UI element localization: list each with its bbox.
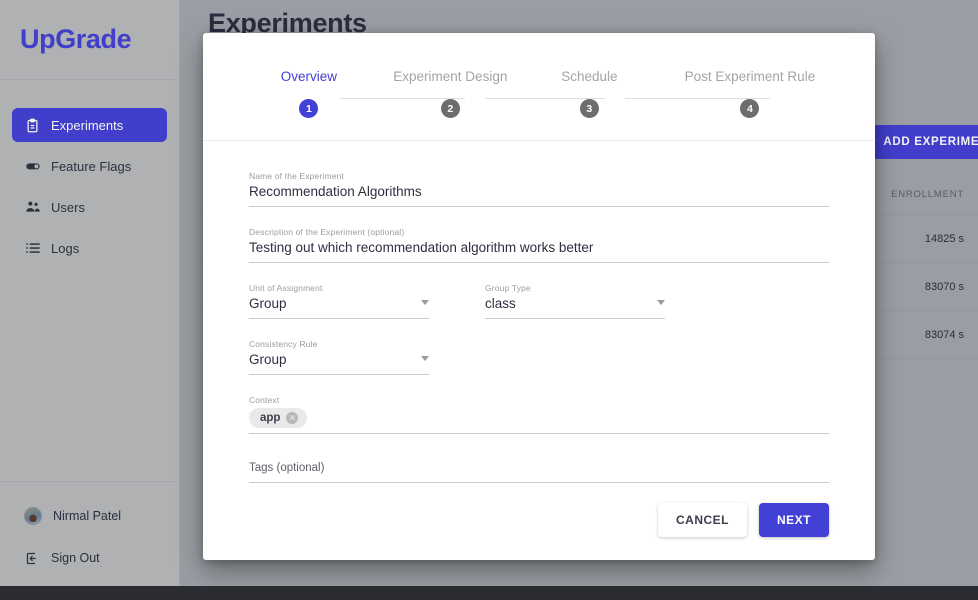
step-label: Schedule — [561, 69, 618, 84]
step-list: Overview 1 Experiment Design 2 Schedule … — [237, 69, 841, 118]
step-number: 2 — [440, 99, 460, 118]
experiment-description-input[interactable]: Testing out which recommendation algorit… — [249, 240, 829, 263]
field-group-type: Group Type class — [485, 283, 665, 319]
field-unit-of-assignment: Unit of Assignment Group — [249, 283, 429, 319]
context-input[interactable]: app ✕ — [249, 408, 829, 434]
context-chip-label: app — [260, 412, 281, 424]
step-overview[interactable]: Overview 1 — [237, 69, 381, 118]
field-label: Name of the Experiment — [249, 171, 344, 181]
chevron-down-icon — [421, 356, 429, 361]
cancel-button[interactable]: CANCEL — [657, 503, 747, 537]
step-experiment-design[interactable]: Experiment Design 2 — [381, 69, 520, 118]
field-label: Description of the Experiment (optional) — [249, 227, 405, 237]
consistency-row: Consistency Rule Group — [249, 339, 829, 375]
field-consistency-rule: Consistency Rule Group — [249, 339, 429, 375]
field-tags: Tags (optional) — [249, 462, 829, 483]
consistency-rule-select[interactable]: Group — [249, 352, 429, 375]
step-schedule[interactable]: Schedule 3 — [520, 69, 659, 118]
step-post-experiment-rule[interactable]: Post Experiment Rule 4 — [659, 69, 841, 118]
field-context: Context app ✕ — [249, 395, 829, 434]
overview-form: Name of the Experiment Recommendation Al… — [203, 141, 875, 503]
step-label: Experiment Design — [393, 69, 508, 84]
app-root: UpGrade Experiments Feature Flags Users … — [0, 0, 978, 600]
field-label: Tags (optional) — [249, 462, 325, 474]
close-circle-icon[interactable]: ✕ — [286, 412, 299, 424]
consistency-rule-value: Group — [249, 352, 287, 367]
field-label: Group Type — [485, 283, 531, 293]
field-label: Context — [249, 395, 280, 405]
modal-actions: CANCEL NEXT — [203, 503, 875, 567]
field-experiment-description: Description of the Experiment (optional)… — [249, 227, 829, 263]
field-experiment-name: Name of the Experiment Recommendation Al… — [249, 171, 829, 207]
step-connector — [340, 97, 465, 99]
step-number: 1 — [299, 99, 319, 118]
step-number: 4 — [740, 99, 760, 118]
assignment-row: Unit of Assignment Group Group Type clas… — [249, 283, 829, 319]
add-experiment-modal: Overview 1 Experiment Design 2 Schedule … — [203, 33, 875, 560]
next-button[interactable]: NEXT — [758, 503, 829, 537]
step-label: Overview — [280, 69, 338, 84]
step-number: 3 — [579, 99, 599, 118]
modal-stepper: Overview 1 Experiment Design 2 Schedule … — [203, 33, 875, 141]
field-label: Consistency Rule — [249, 339, 318, 349]
unit-of-assignment-select[interactable]: Group — [249, 296, 429, 319]
experiment-name-input[interactable]: Recommendation Algorithms — [249, 184, 829, 207]
step-label: Post Experiment Rule — [684, 69, 816, 84]
group-type-select[interactable]: class — [485, 296, 665, 319]
context-chip-app[interactable]: app ✕ — [249, 408, 308, 428]
unit-of-assignment-value: Group — [249, 296, 287, 311]
chevron-down-icon — [421, 300, 429, 305]
chevron-down-icon — [657, 300, 665, 305]
tags-input[interactable] — [249, 479, 829, 483]
status-strip — [0, 586, 978, 600]
group-type-value: class — [485, 296, 516, 311]
field-label: Unit of Assignment — [249, 283, 323, 293]
